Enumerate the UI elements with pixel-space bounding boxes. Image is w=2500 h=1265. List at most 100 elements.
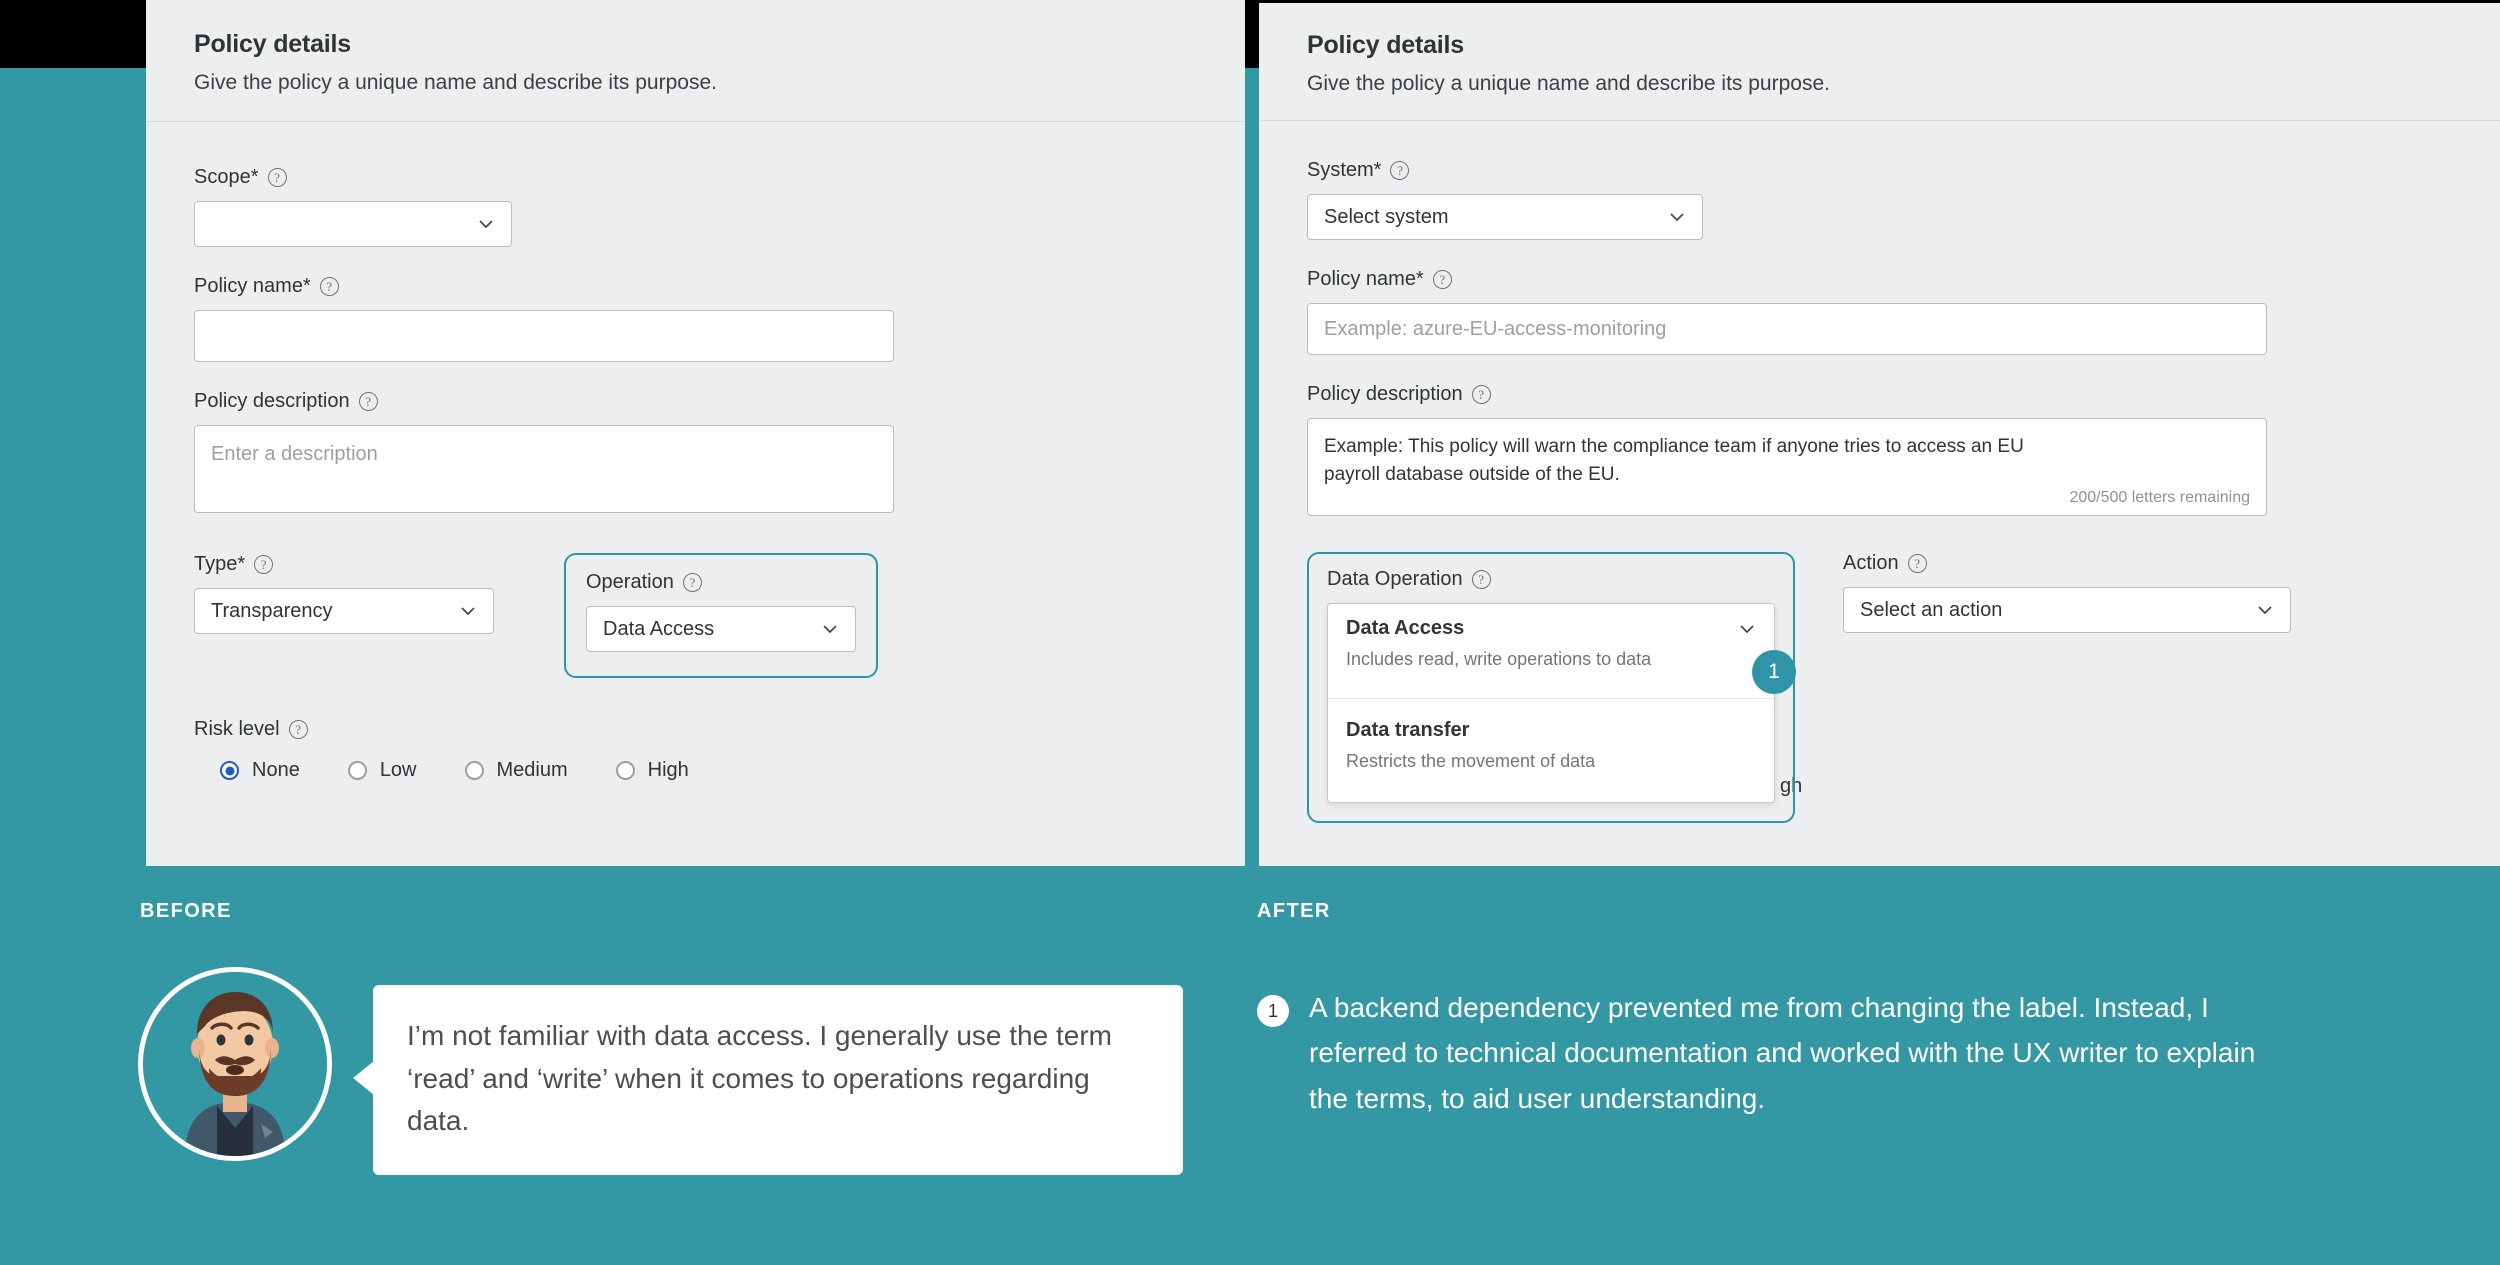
help-icon[interactable]: ? — [1471, 385, 1491, 404]
dropdown-option-description: Restricts the movement of data — [1346, 751, 1596, 771]
type-label-text: Type* — [194, 553, 246, 575]
policy-name-label-text: Policy name* — [1307, 268, 1424, 290]
operation-label: Operation ? — [586, 571, 856, 594]
speech-bubble: I’m not familiar with data access. I gen… — [353, 985, 1183, 1175]
type-operation-row: Type* ? Transparency Operation ? Data Ac… — [194, 553, 1197, 678]
avatar — [138, 967, 332, 1161]
operation-value: Data Access — [603, 617, 715, 640]
risk-level-field: Risk level ? None Low Medium High — [194, 718, 1197, 782]
policy-name-label: Policy name* ? — [1307, 268, 2452, 291]
after-story-text: A backend dependency prevented me from c… — [1309, 992, 2256, 1114]
page-title: Policy details — [194, 30, 351, 58]
help-icon[interactable]: ? — [288, 720, 308, 739]
after-story: 1 A backend dependency prevented me from… — [1257, 985, 2257, 1121]
avatar-ring — [138, 967, 332, 1161]
policy-description-placeholder: Enter a description — [211, 443, 378, 465]
radio-indicator — [615, 761, 635, 780]
data-operation-dropdown-open[interactable]: Data Access Includes read, write operati… — [1327, 603, 1775, 803]
policy-name-input[interactable]: Example: azure-EU-access-monitoring — [1307, 303, 2267, 355]
after-policy-form-panel: Policy details Give the policy a unique … — [1259, 3, 2500, 866]
system-value: Select system — [1324, 205, 1449, 228]
help-icon[interactable]: ? — [267, 168, 287, 187]
policy-description-label: Policy description ? — [1307, 383, 2452, 406]
system-label: System* ? — [1307, 159, 2452, 182]
type-select[interactable]: Transparency — [194, 588, 494, 634]
operation-select[interactable]: Data Access — [586, 606, 856, 652]
action-select[interactable]: Select an action — [1843, 587, 2291, 633]
radio-label: High — [647, 759, 689, 781]
radio-option-high[interactable]: High — [615, 759, 689, 782]
policy-description-label-text: Policy description — [1307, 383, 1463, 405]
dropdown-option-description: Includes read, write operations to data — [1346, 649, 1652, 669]
radio-indicator — [220, 761, 239, 780]
risk-level-label-text: Risk level — [194, 718, 280, 740]
help-icon[interactable]: ? — [1907, 554, 1927, 573]
radio-indicator — [464, 761, 484, 780]
dropdown-option-data-transfer[interactable]: Data transfer Restricts the movement of … — [1328, 698, 1774, 802]
data-operation-highlight-box: Data Operation ? Data Access Includes re… — [1307, 552, 1795, 823]
after-panel-header: Policy details Give the policy a unique … — [1259, 3, 2500, 121]
policy-description-placeholder-line2: payroll database outside of the EU. — [1324, 463, 1620, 485]
dropdown-option-title-row: Data Access — [1346, 617, 1756, 640]
risk-level-radio-group: None Low Medium High — [194, 759, 1197, 782]
risk-level-label: Risk level ? — [194, 718, 1197, 741]
scope-field: Scope* ? — [194, 166, 1197, 247]
help-icon[interactable]: ? — [1390, 161, 1410, 180]
data-operation-label: Data Operation ? — [1327, 568, 1775, 591]
dropdown-option-name: Data Access — [1346, 617, 1465, 639]
help-icon[interactable]: ? — [1471, 570, 1491, 589]
scope-label-text: Scope* — [194, 166, 259, 188]
before-panel-body: Scope* ? Policy name* ? Policy descripti… — [146, 122, 1245, 782]
before-policy-form-panel: Policy details Give the policy a unique … — [146, 0, 1245, 866]
chevron-down-icon — [1668, 208, 1686, 226]
action-label: Action ? — [1843, 552, 2291, 575]
radio-option-medium[interactable]: Medium — [464, 759, 568, 782]
policy-description-field: Policy description ? Example: This polic… — [1307, 383, 2452, 516]
decorative-black-bar-left — [0, 0, 146, 68]
chevron-down-icon — [2256, 601, 2274, 619]
policy-name-field: Policy name* ? Example: azure-EU-access-… — [1307, 268, 2452, 355]
action-field: Action ? Select an action — [1843, 552, 2291, 633]
help-icon[interactable]: ? — [358, 392, 378, 411]
chevron-down-icon — [459, 602, 477, 620]
annotation-marker-1: 1 — [1752, 650, 1796, 694]
type-value: Transparency — [211, 599, 333, 622]
help-icon[interactable]: ? — [1432, 270, 1452, 289]
policy-description-placeholder-line1: Example: This policy will warn the compl… — [1324, 436, 2024, 457]
chevron-down-icon — [477, 215, 495, 233]
radio-option-none[interactable]: None — [220, 759, 300, 782]
help-icon[interactable]: ? — [254, 555, 274, 574]
system-label-text: System* — [1307, 159, 1382, 181]
system-select[interactable]: Select system — [1307, 194, 1703, 240]
help-icon[interactable]: ? — [682, 573, 702, 592]
chevron-down-icon[interactable] — [1738, 620, 1756, 638]
dropdown-option-title-row: Data transfer — [1346, 719, 1756, 742]
action-label-text: Action — [1843, 552, 1899, 574]
policy-name-input[interactable] — [194, 310, 894, 362]
system-field: System* ? Select system — [1307, 159, 2452, 240]
type-field: Type* ? Transparency — [194, 553, 494, 634]
help-icon[interactable]: ? — [319, 277, 339, 296]
radio-label: Low — [379, 759, 417, 781]
data-operation-action-row: Data Operation ? Data Access Includes re… — [1307, 552, 2452, 823]
before-panel-header: Policy details Give the policy a unique … — [146, 0, 1245, 122]
dropdown-option-data-access[interactable]: Data Access Includes read, write operati… — [1328, 604, 1774, 698]
story-badge-1: 1 — [1257, 995, 1289, 1027]
scope-select[interactable] — [194, 201, 512, 247]
operation-highlight-box: Operation ? Data Access — [564, 553, 878, 678]
action-value: Select an action — [1860, 598, 2003, 621]
policy-description-textarea[interactable]: Enter a description — [194, 425, 894, 513]
radio-option-low[interactable]: Low — [347, 759, 417, 782]
radio-indicator — [347, 761, 367, 780]
policy-description-textarea[interactable]: Example: This policy will warn the compl… — [1307, 418, 2267, 516]
dropdown-option-name: Data transfer — [1346, 719, 1470, 741]
avatar-illustration — [143, 972, 327, 1156]
radio-label: Medium — [496, 759, 568, 781]
chevron-down-icon — [821, 620, 839, 638]
page-subtitle: Give the policy a unique name and descri… — [194, 71, 717, 94]
operation-label-text: Operation — [586, 571, 674, 593]
page-subtitle: Give the policy a unique name and descri… — [1307, 72, 1830, 95]
policy-description-label-text: Policy description — [194, 390, 350, 412]
page-title: Policy details — [1307, 31, 1464, 59]
caption-before: BEFORE — [140, 900, 232, 922]
